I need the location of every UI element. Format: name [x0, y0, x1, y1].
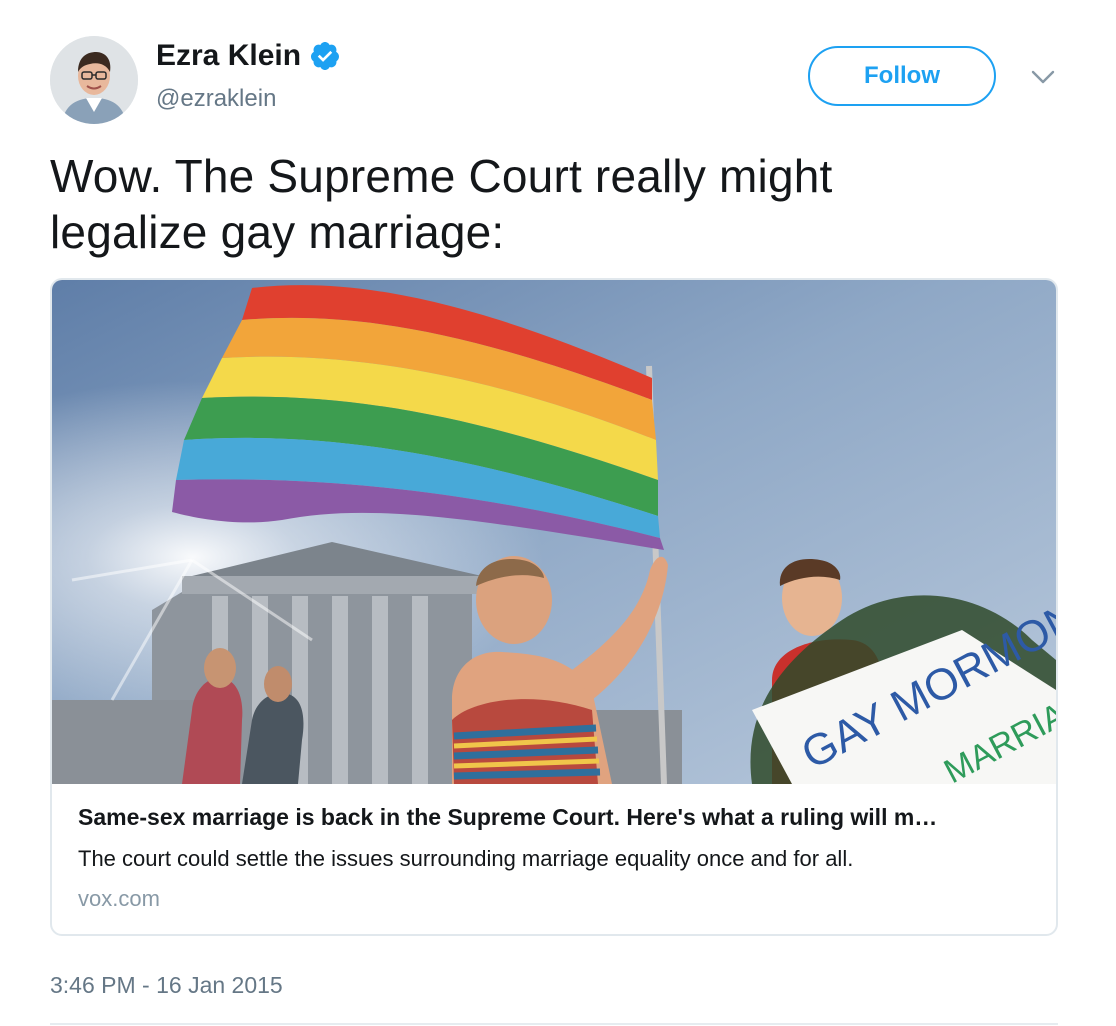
tweet-timestamp[interactable]: 3:46 PM - 16 Jan 2015: [50, 970, 283, 1000]
link-preview-card[interactable]: GAY MORMON MARRIAGE Same-sex marriage is…: [50, 278, 1058, 936]
tweet: Ezra Klein @ezraklein Follow Wow. The Su…: [0, 0, 1116, 1026]
chevron-down-icon[interactable]: [1030, 66, 1056, 88]
author-name-row[interactable]: Ezra Klein: [156, 38, 341, 74]
verified-badge-icon: [311, 42, 340, 70]
card-title[interactable]: Same-sex marriage is back in the Supreme…: [78, 802, 1038, 832]
tweet-text: Wow. The Supreme Court really might lega…: [50, 148, 1050, 260]
card-photo-image[interactable]: GAY MORMON MARRIAGE: [52, 280, 1056, 784]
card-description: The court could settle the issues surrou…: [78, 846, 854, 871]
person-avatar-icon: [50, 36, 138, 124]
avatar[interactable]: [50, 36, 138, 124]
divider: [50, 1023, 1058, 1025]
card-domain: vox.com: [78, 886, 160, 911]
author-display-name[interactable]: Ezra Klein: [156, 38, 301, 74]
tweet-text-line: Wow. The Supreme Court really might: [50, 150, 833, 202]
tweet-text-line: legalize gay marriage:: [50, 206, 505, 258]
author-handle[interactable]: @ezraklein: [156, 84, 276, 114]
follow-button[interactable]: Follow: [808, 46, 996, 106]
